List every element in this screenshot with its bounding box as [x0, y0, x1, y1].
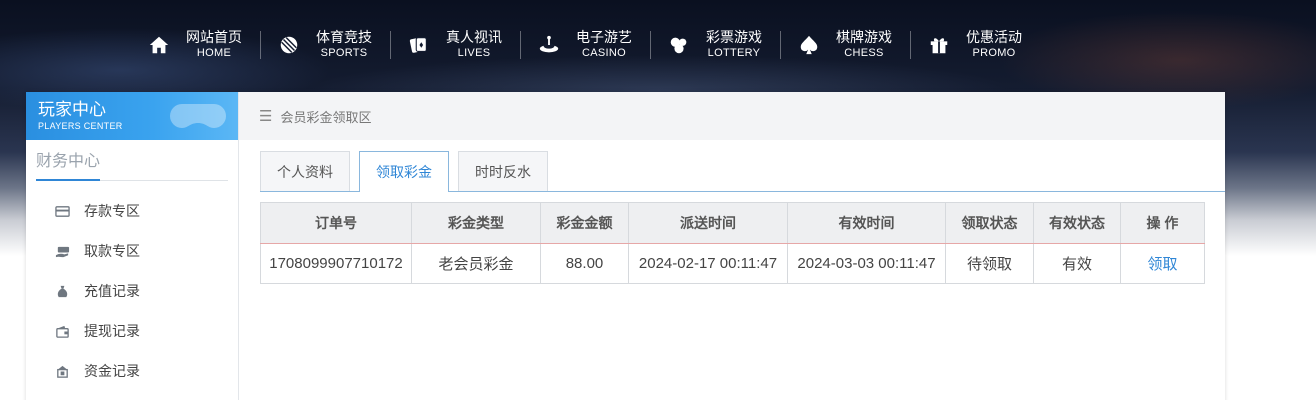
- sidebar-item-label: 提现记录: [84, 323, 140, 339]
- wallet-icon: [54, 323, 70, 339]
- spade-icon: [796, 32, 822, 58]
- nav-promo[interactable]: 优惠活动 PROMO: [910, 22, 1040, 68]
- column-header-order-number: 订单号: [260, 202, 412, 244]
- claim-status-cell: 待领取: [945, 243, 1034, 284]
- nav-sublabel: SPORTS: [320, 47, 368, 59]
- sidebar-item-deposit[interactable]: 存款专区: [26, 191, 238, 231]
- sidebar-item-withdraw[interactable]: 取款专区: [26, 231, 238, 271]
- nav-lottery[interactable]: 彩票游戏 LOTTERY: [650, 22, 780, 68]
- column-header-action: 操 作: [1120, 202, 1205, 244]
- sidebar-item-recharge-records[interactable]: 充值记录: [26, 271, 238, 311]
- sidebar-item-fund-records[interactable]: 资金记录: [26, 351, 238, 391]
- tab-rebate[interactable]: 时时反水: [458, 151, 548, 191]
- menu-icon: ☰: [259, 108, 273, 125]
- nav-label: 棋牌游戏: [836, 29, 892, 45]
- nav-chess[interactable]: 棋牌游戏 CHESS: [780, 22, 910, 68]
- tab-claim-bonus[interactable]: 领取彩金: [359, 151, 449, 192]
- bonus-type-cell: 老会员彩金: [411, 243, 541, 284]
- ball-icon: [276, 32, 302, 58]
- nav-sublabel: HOME: [196, 47, 232, 59]
- nav-sublabel: PROMO: [972, 47, 1016, 59]
- lottery-balls-icon: [666, 32, 692, 58]
- sidebar-item-withdrawal-records[interactable]: 提现记录: [26, 311, 238, 351]
- funds-record-icon: [54, 363, 70, 379]
- column-header-claim-status: 领取状态: [945, 202, 1034, 244]
- table-row: 1708099907710172 老会员彩金 88.00 2024-02-17 …: [260, 243, 1205, 284]
- breadcrumb: ☰ 会员彩金领取区: [239, 92, 1225, 140]
- table-header-row: 订单号 彩金类型 彩金金额 派送时间 有效时间 领取状态 有效状态 操 作: [260, 202, 1205, 244]
- valid-time-cell: 2024-03-03 00:11:47: [787, 243, 946, 284]
- deposit-card-icon: [54, 203, 70, 219]
- tab-personal-info[interactable]: 个人资料: [260, 151, 350, 191]
- nav-sports[interactable]: 体育竞技 SPORTS: [260, 22, 390, 68]
- nav-sublabel: LOTTERY: [707, 47, 761, 59]
- slot-icon: [536, 32, 562, 58]
- breadcrumb-label: 会员彩金领取区: [280, 109, 372, 125]
- main-content: ☰ 会员彩金领取区 个人资料 领取彩金 时时反水 订单号 彩金类型 彩金金额 派…: [239, 92, 1225, 400]
- nav-sublabel: CASINO: [582, 47, 626, 59]
- valid-status-cell: 有效: [1033, 243, 1121, 284]
- order-number-cell: 1708099907710172: [260, 243, 412, 284]
- nav-lives[interactable]: 真人视讯 LIVES: [390, 22, 520, 68]
- nav-sublabel: CHESS: [844, 47, 884, 59]
- nav-label: 优惠活动: [966, 29, 1022, 45]
- column-header-bonus-type: 彩金类型: [411, 202, 541, 244]
- home-icon: [146, 32, 172, 58]
- players-center-panel: 玩家中心 PLAYERS CENTER 财务中心 存款专区 取款专区 充值记录 …: [26, 92, 1225, 400]
- sidebar-item-label: 取款专区: [84, 243, 140, 259]
- cards-icon: [406, 32, 432, 58]
- bonus-table: 订单号 彩金类型 彩金金额 派送时间 有效时间 领取状态 有效状态 操 作 17…: [260, 202, 1205, 284]
- withdraw-cash-icon: [54, 243, 70, 259]
- nav-label: 网站首页: [186, 29, 242, 45]
- sidebar-item-label: 资金记录: [84, 363, 140, 379]
- nav-label: 彩票游戏: [706, 29, 762, 45]
- tab-bar: 个人资料 领取彩金 时时反水: [260, 151, 1225, 192]
- column-header-valid-time: 有效时间: [787, 202, 946, 244]
- nav-casino[interactable]: 电子游艺 CASINO: [520, 22, 650, 68]
- sidebar-item-label: 存款专区: [84, 203, 140, 219]
- nav-label: 电子游艺: [576, 29, 632, 45]
- nav-sublabel: LIVES: [457, 47, 491, 59]
- claim-link[interactable]: 领取: [1120, 243, 1205, 284]
- players-center-header: 玩家中心 PLAYERS CENTER: [26, 92, 238, 140]
- sidebar-menu: 存款专区 取款专区 充值记录 提现记录 资金记录: [26, 191, 238, 391]
- bonus-amount-cell: 88.00: [540, 243, 629, 284]
- sidebar-item-label: 充值记录: [84, 283, 140, 299]
- gamepad-icon: [170, 104, 226, 128]
- column-header-send-time: 派送时间: [628, 202, 788, 244]
- nav-home[interactable]: 网站首页 HOME: [140, 22, 260, 68]
- sidebar: 玩家中心 PLAYERS CENTER 财务中心 存款专区 取款专区 充值记录 …: [26, 92, 239, 400]
- finance-center-label: 财务中心: [36, 147, 101, 181]
- finance-center-heading: 财务中心: [36, 149, 228, 181]
- send-time-cell: 2024-02-17 00:11:47: [628, 243, 788, 284]
- column-header-bonus-amount: 彩金金额: [540, 202, 629, 244]
- nav-label: 真人视讯: [446, 29, 502, 45]
- column-header-valid-status: 有效状态: [1033, 202, 1121, 244]
- top-navigation: 网站首页 HOME 体育竞技 SPORTS 真人视讯 LIVES 电子游艺 CASINO…: [140, 22, 1040, 68]
- nav-label: 体育竞技: [316, 29, 372, 45]
- gift-icon: [926, 32, 952, 58]
- money-bag-icon: [54, 283, 70, 299]
- bonus-table-container: 订单号 彩金类型 彩金金额 派送时间 有效时间 领取状态 有效状态 操 作 17…: [260, 202, 1205, 284]
